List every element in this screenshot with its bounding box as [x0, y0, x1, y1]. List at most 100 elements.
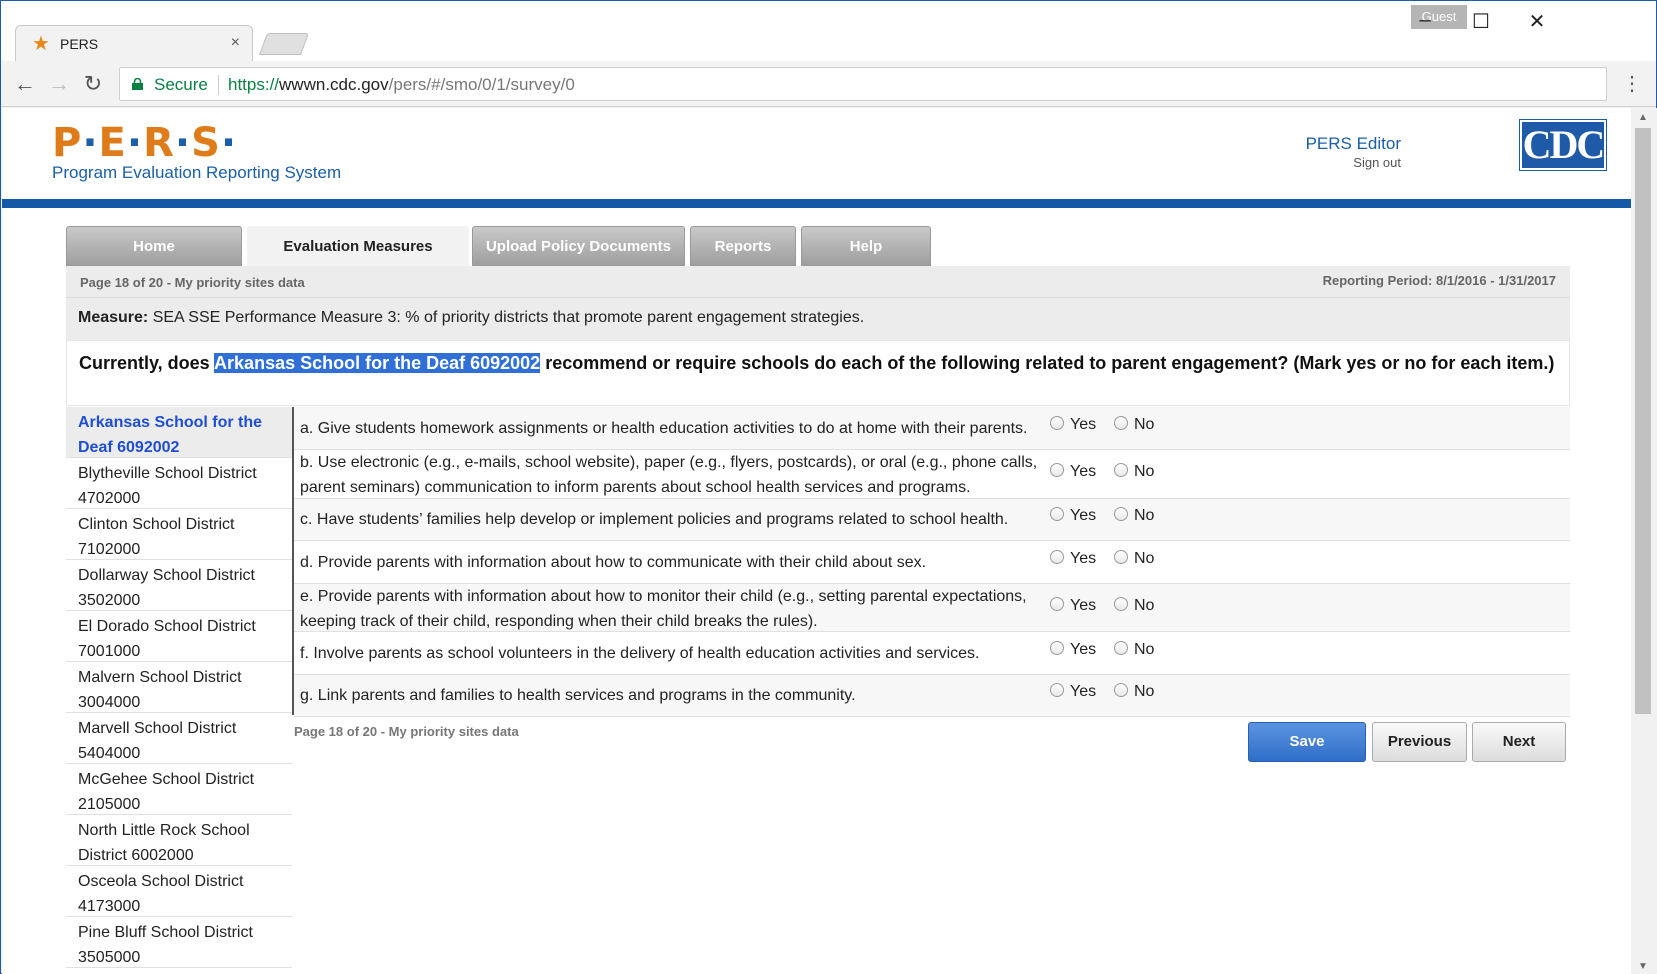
no-label: No — [1134, 463, 1155, 480]
site-id: 3502000 — [78, 592, 141, 609]
minimize-icon[interactable]: – — [1405, 9, 1445, 32]
site-item[interactable]: Clinton School District 7102000 — [66, 509, 292, 560]
scroll-up-icon[interactable]: ▲ — [1638, 112, 1648, 123]
site-item[interactable]: Blytheville School District 4702000 — [66, 458, 292, 509]
cdc-logo[interactable]: CDC — [1519, 119, 1607, 171]
page-content: P·E·R·S· Program Evaluation Reporting Sy… — [2, 108, 1631, 974]
site-id: District 6002000 — [78, 847, 194, 864]
site-id: 4702000 — [78, 490, 141, 507]
tab-evaluation-measures-reporting[interactable]: Evaluation Measures Reporting — [247, 226, 469, 295]
site-item[interactable]: North Little Rock School District 6002000 — [66, 815, 292, 866]
browser-menu-icon[interactable]: ⋮ — [1622, 71, 1642, 96]
question-item: g. Link parents and families to health s… — [294, 675, 1570, 717]
no-radio[interactable]: No — [1114, 507, 1154, 525]
site-item[interactable]: Pine Bluff School District 3505000 — [66, 917, 292, 968]
no-radio[interactable]: No — [1114, 641, 1154, 659]
radio-icon — [1050, 683, 1064, 697]
site-item[interactable]: Dollarway School District 3502000 — [66, 560, 292, 611]
tab-title: PERS — [60, 36, 99, 52]
site-id: 3004000 — [78, 694, 141, 711]
footer-page-indicator: Page 18 of 20 - My priority sites data — [294, 724, 519, 739]
yes-label: Yes — [1070, 550, 1097, 567]
header-divider — [2, 199, 1631, 208]
item-text: d. Provide parents with information abou… — [300, 554, 927, 571]
yes-radio[interactable]: Yes — [1050, 597, 1096, 615]
scroll-thumb[interactable] — [1635, 128, 1651, 714]
site-name: Pine Bluff School District — [78, 924, 253, 941]
maximize-icon[interactable]: ☐ — [1461, 9, 1501, 34]
yes-radio[interactable]: Yes — [1050, 416, 1096, 434]
no-radio[interactable]: No — [1114, 597, 1154, 615]
tab-help[interactable]: Help — [801, 226, 931, 266]
site-id: 7001000 — [78, 643, 141, 660]
yes-radio[interactable]: Yes — [1050, 641, 1096, 659]
question-item: d. Provide parents with information abou… — [294, 541, 1570, 584]
yes-label: Yes — [1070, 641, 1097, 658]
site-id: Deaf 6092002 — [78, 439, 180, 456]
browser-tab[interactable]: ★ PERS × — [15, 25, 253, 63]
no-radio[interactable]: No — [1114, 683, 1154, 701]
browser-toolbar: ← → ↻ Secure https://wwwn.cdc.gov/pers/#… — [1, 61, 1656, 107]
yes-radio[interactable]: Yes — [1050, 463, 1096, 481]
yes-radio[interactable]: Yes — [1050, 683, 1096, 701]
site-item[interactable]: McGehee School District 2105000 — [66, 764, 292, 815]
site-item[interactable]: Osceola School District 4173000 — [66, 866, 292, 917]
title-bar: ★ PERS × Guest – ☐ ✕ — [1, 1, 1656, 63]
site-name: North Little Rock School — [78, 822, 250, 839]
reload-icon[interactable]: ↻ — [79, 71, 107, 97]
sign-out-link[interactable]: Sign out — [1353, 155, 1401, 170]
tab-upload-policy-documents[interactable]: Upload Policy Documents — [472, 226, 685, 266]
new-tab-button[interactable] — [258, 33, 310, 55]
site-id: 7102000 — [78, 541, 141, 558]
question-site-highlight: Arkansas School for the Deaf 6092002 — [214, 353, 541, 373]
logo-letter: S — [191, 120, 221, 166]
save-button[interactable]: Save — [1248, 722, 1366, 762]
no-label: No — [1134, 507, 1155, 524]
no-label: No — [1134, 597, 1155, 614]
site-item[interactable]: Malvern School District 3004000 — [66, 662, 292, 713]
radio-icon — [1050, 550, 1064, 564]
pers-logo[interactable]: P·E·R·S· — [52, 120, 237, 166]
site-list: Arkansas School for the Deaf 6092002 Blyt… — [66, 407, 292, 968]
measure-description: Measure: SEA SSE Performance Measure 3: … — [66, 298, 1570, 340]
previous-button[interactable]: Previous — [1372, 722, 1467, 762]
logo-letter: E — [98, 120, 127, 166]
question-item: f. Involve parents as school volunteers … — [294, 632, 1570, 675]
address-bar[interactable]: Secure https://wwwn.cdc.gov/pers/#/smo/0… — [119, 67, 1607, 101]
site-item[interactable]: El Dorado School District 7001000 — [66, 611, 292, 662]
question-suffix: recommend or require schools do each of … — [545, 353, 1555, 373]
no-radio[interactable]: No — [1114, 416, 1154, 434]
yes-radio[interactable]: Yes — [1050, 507, 1096, 525]
lock-icon — [132, 78, 143, 90]
radio-icon — [1114, 416, 1128, 430]
radio-icon — [1114, 463, 1128, 477]
star-icon: ★ — [32, 33, 50, 55]
no-radio[interactable]: No — [1114, 463, 1154, 481]
item-text: c. Have students’ families help develop … — [300, 511, 1009, 528]
url-text[interactable]: https://wwwn.cdc.gov/pers/#/smo/0/1/surv… — [228, 75, 575, 95]
question-item: e. Provide parents with information abou… — [294, 584, 1570, 632]
page-scrollbar[interactable]: ▲ ▼ — [1631, 108, 1657, 974]
browser-window: ★ PERS × Guest – ☐ ✕ ← → ↻ Secure https:… — [0, 0, 1657, 974]
radio-icon — [1114, 550, 1128, 564]
no-radio[interactable]: No — [1114, 550, 1154, 568]
no-label: No — [1134, 641, 1155, 658]
item-text: g. Link parents and families to health s… — [300, 687, 856, 704]
tab-close-icon[interactable]: × — [231, 34, 240, 52]
back-icon[interactable]: ← — [11, 71, 39, 97]
question-item: a. Give students homework assignments or… — [294, 407, 1570, 450]
radio-icon — [1050, 463, 1064, 477]
tab-home[interactable]: Home — [66, 226, 242, 266]
site-item[interactable]: Marvell School District 5404000 — [66, 713, 292, 764]
forward-icon[interactable]: → — [45, 71, 73, 97]
site-item[interactable]: Arkansas School for the Deaf 6092002 — [66, 407, 292, 458]
close-window-icon[interactable]: ✕ — [1517, 9, 1557, 34]
url-scheme: https:// — [228, 75, 280, 94]
next-button[interactable]: Next — [1472, 722, 1566, 762]
radio-icon — [1050, 416, 1064, 430]
item-text: f. Involve parents as school volunteers … — [300, 645, 980, 662]
tab-reports[interactable]: Reports — [690, 226, 796, 266]
site-id: 4173000 — [78, 898, 141, 915]
yes-radio[interactable]: Yes — [1050, 550, 1096, 568]
scroll-down-icon[interactable]: ▼ — [1638, 961, 1648, 972]
